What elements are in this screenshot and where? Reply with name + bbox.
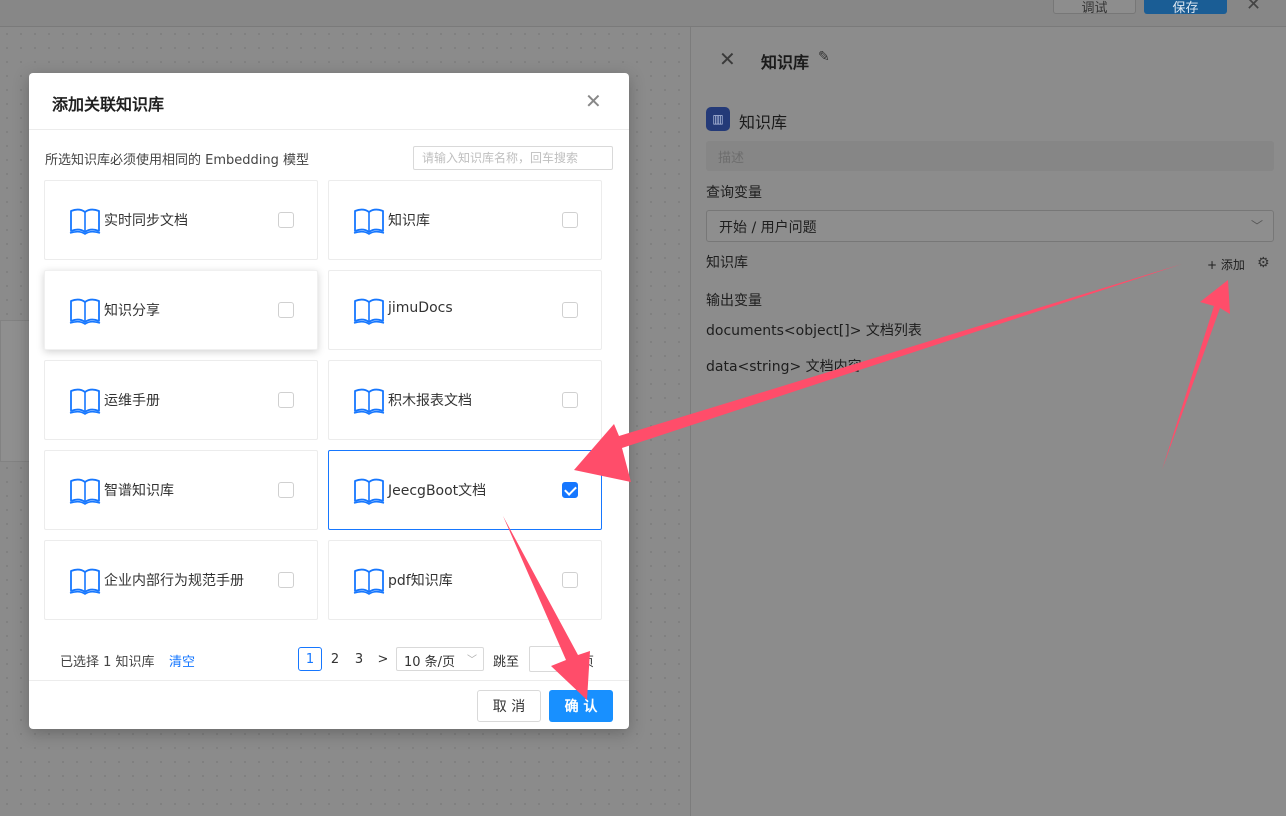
knowledge-base-card[interactable]: 实时同步文档 xyxy=(44,180,318,260)
query-variable-value: 开始 / 用户问题 xyxy=(719,220,817,236)
knowledge-base-card[interactable]: 积木报表文档 xyxy=(328,360,602,440)
confirm-button[interactable]: 确 认 xyxy=(549,690,613,722)
knowledge-base-card[interactable]: 知识库 xyxy=(328,180,602,260)
node-config-panel: ✕ 知识库 ✎ ▥ 知识库 描述 查询变量 开始 / 用户问题 ﹀ 知识库 + … xyxy=(690,27,1286,816)
knowledge-base-card[interactable]: jimuDocs xyxy=(328,270,602,350)
add-knowledge-base-modal: 添加关联知识库 ✕ 所选知识库必须使用相同的 Embedding 模型 实时同步… xyxy=(29,73,629,729)
knowledge-base-card[interactable]: pdf知识库 xyxy=(328,540,602,620)
chevron-down-icon: ﹀ xyxy=(467,655,477,666)
modal-title: 添加关联知识库 xyxy=(52,95,165,114)
panel-title: 知识库 xyxy=(761,53,810,72)
page-size-select[interactable]: 10 条/页 ﹀ xyxy=(396,647,484,671)
selected-count: 已选择 1 知识库 xyxy=(60,655,155,670)
knowledge-base-name: jimuDocs xyxy=(388,300,453,316)
knowledge-base-checkbox[interactable] xyxy=(562,302,578,318)
knowledge-base-name: JeecgBoot文档 xyxy=(388,483,487,499)
book-icon xyxy=(353,296,385,326)
knowledge-base-card[interactable]: JeecgBoot文档 xyxy=(328,450,602,530)
knowledge-base-search-input[interactable] xyxy=(413,146,613,170)
jump-page-input[interactable] xyxy=(529,646,573,672)
modal-close-icon[interactable]: ✕ xyxy=(585,89,602,113)
page-2[interactable]: 2 xyxy=(326,647,344,671)
knowledge-base-name: 积木报表文档 xyxy=(388,393,472,409)
save-button-label: 保存 xyxy=(1172,0,1199,16)
add-knowledge-base-button[interactable]: + 添加 xyxy=(1207,256,1245,273)
knowledge-base-name: 智谱知识库 xyxy=(104,483,174,499)
next-page-icon[interactable]: > xyxy=(374,647,392,671)
edit-icon[interactable]: ✎ xyxy=(818,49,830,65)
description-input[interactable]: 描述 xyxy=(706,141,1274,171)
knowledge-base-checkbox[interactable] xyxy=(278,392,294,408)
node-name: 知识库 xyxy=(739,113,788,132)
modal-header: 添加关联知识库 ✕ xyxy=(29,73,629,130)
cancel-button-label: 取 消 xyxy=(492,699,526,715)
knowledge-base-name: 知识库 xyxy=(388,213,430,229)
book-icon xyxy=(353,386,385,416)
modal-footer: 取 消 确 认 xyxy=(29,680,629,729)
confirm-button-label: 确 认 xyxy=(564,699,598,715)
close-icon[interactable]: ✕ xyxy=(1246,0,1261,15)
knowledge-base-checkbox[interactable] xyxy=(562,212,578,228)
knowledge-base-label: 知识库 xyxy=(706,255,748,271)
book-icon xyxy=(353,206,385,236)
knowledge-base-name: pdf知识库 xyxy=(388,573,453,589)
jump-unit: 页 xyxy=(581,655,595,670)
book-icon xyxy=(353,566,385,596)
clear-selection-link[interactable]: 清空 xyxy=(169,651,195,670)
knowledge-base-checkbox[interactable] xyxy=(278,302,294,318)
embedding-hint: 所选知识库必须使用相同的 Embedding 模型 xyxy=(45,153,309,168)
output-variable-data: data<string> 文档内容 xyxy=(706,359,862,375)
book-icon xyxy=(69,296,101,326)
knowledge-base-card[interactable]: 知识分享 xyxy=(44,270,318,350)
page-1[interactable]: 1 xyxy=(298,647,322,671)
cancel-button[interactable]: 取 消 xyxy=(477,690,541,722)
knowledge-base-name: 运维手册 xyxy=(104,393,160,409)
book-icon xyxy=(69,566,101,596)
book-icon xyxy=(69,386,101,416)
knowledge-base-name: 实时同步文档 xyxy=(104,213,188,229)
query-variable-select[interactable]: 开始 / 用户问题 ﹀ xyxy=(706,210,1274,242)
debug-button-label: 调试 xyxy=(1081,0,1108,16)
jump-label: 跳至 xyxy=(493,655,520,670)
knowledge-base-checkbox[interactable] xyxy=(562,482,578,498)
book-icon xyxy=(353,476,385,506)
debug-button[interactable]: 调试 xyxy=(1053,0,1136,16)
output-variable-label: 输出变量 xyxy=(706,293,762,309)
output-variable-documents: documents<object[]> 文档列表 xyxy=(706,323,922,339)
page-3[interactable]: 3 xyxy=(350,647,368,671)
page-size-value: 10 条/页 xyxy=(404,655,456,670)
save-button[interactable]: 保存 xyxy=(1144,0,1227,16)
book-icon xyxy=(69,206,101,236)
knowledge-base-checkbox[interactable] xyxy=(278,212,294,228)
knowledge-base-name: 企业内部行为规范手册 xyxy=(104,573,244,589)
panel-close-icon[interactable]: ✕ xyxy=(719,47,736,71)
chevron-down-icon: ﹀ xyxy=(1250,219,1263,233)
knowledge-base-checkbox[interactable] xyxy=(562,572,578,588)
knowledge-base-card[interactable]: 企业内部行为规范手册 xyxy=(44,540,318,620)
knowledge-base-name: 知识分享 xyxy=(104,303,160,319)
book-icon: ▥ xyxy=(706,107,730,131)
book-icon xyxy=(69,476,101,506)
gear-icon[interactable]: ⚙ xyxy=(1257,255,1270,271)
knowledge-base-card[interactable]: 运维手册 xyxy=(44,360,318,440)
query-variable-label: 查询变量 xyxy=(706,185,762,201)
top-toolbar: 调试 保存 ✕ xyxy=(0,0,1286,27)
knowledge-base-card[interactable]: 智谱知识库 xyxy=(44,450,318,530)
knowledge-base-checkbox[interactable] xyxy=(562,392,578,408)
knowledge-base-checkbox[interactable] xyxy=(278,482,294,498)
knowledge-base-checkbox[interactable] xyxy=(278,572,294,588)
